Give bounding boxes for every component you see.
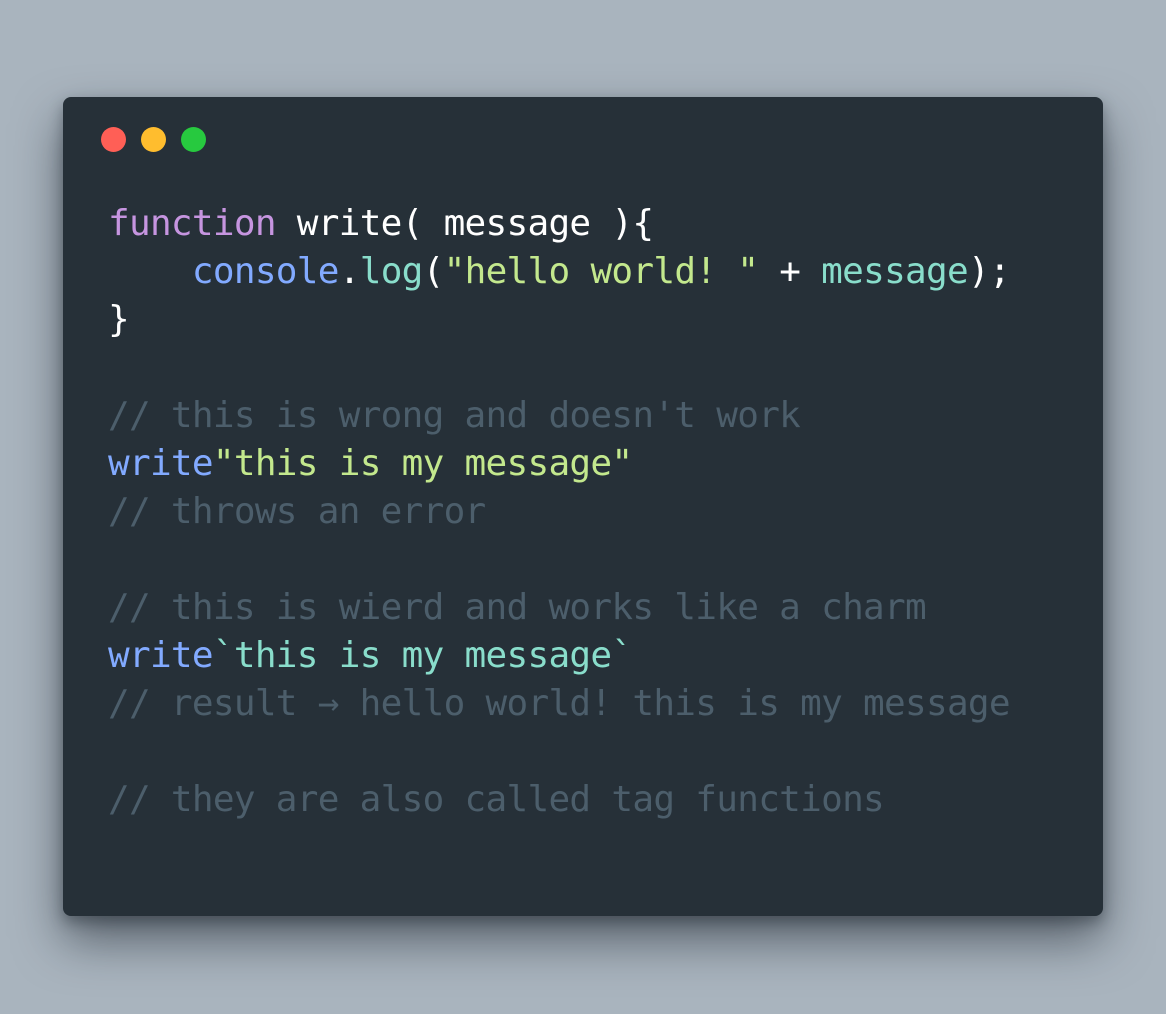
code-line: // they are also called tag functions	[108, 776, 1010, 824]
code-line: function write( message ){	[108, 200, 1010, 248]
minimize-dot-icon[interactable]	[141, 126, 166, 152]
code-token-tmpl: `this is my message`	[212, 635, 633, 676]
window-titlebar	[101, 126, 221, 152]
code-token-keyword: function	[108, 203, 276, 244]
code-token-plain: write( message ){	[275, 203, 654, 244]
code-token-comment: // this is wierd and works like a charm	[108, 587, 927, 628]
code-window: function write( message ){ console.log("…	[63, 97, 1103, 916]
code-token-comment: // result → hello world! this is my mess…	[108, 683, 1011, 724]
code-token-string: "this is my message"	[212, 443, 633, 484]
code-line: console.log("hello world! " + message);	[108, 248, 1011, 296]
code-token-plain: }	[108, 299, 130, 340]
code-token-plain: (	[422, 251, 445, 292]
code-line: // this is wrong and doesn't work	[108, 392, 1010, 440]
code-token-fn: console	[191, 251, 340, 292]
code-token-method: log	[359, 251, 424, 292]
code-block: function write( message ){ console.log("…	[108, 200, 1011, 824]
code-line: }	[108, 296, 1010, 344]
code-line: // throws an error	[108, 488, 1010, 536]
close-dot-icon[interactable]	[101, 126, 126, 152]
code-token-string: "hello world! "	[443, 251, 759, 292]
code-line: write`this is my message`	[108, 632, 1010, 680]
code-line: // this is wierd and works like a charm	[108, 584, 1010, 632]
code-line: // result → hello world! this is my mess…	[108, 680, 1011, 728]
code-token-fn: write	[108, 443, 214, 484]
code-token-comment: // they are also called tag functions	[108, 779, 885, 820]
code-token-method: message	[821, 251, 969, 292]
maximize-dot-icon[interactable]	[181, 126, 206, 152]
code-token-comment: // throws an error	[108, 491, 486, 532]
code-token-fn: write	[108, 635, 214, 676]
code-token-plain: +	[758, 251, 822, 292]
code-token-comment: // this is wrong and doesn't work	[108, 395, 801, 436]
code-token-plain: );	[967, 251, 1011, 292]
code-line: write"this is my message"	[108, 440, 1010, 488]
code-token-plain: .	[338, 251, 361, 292]
